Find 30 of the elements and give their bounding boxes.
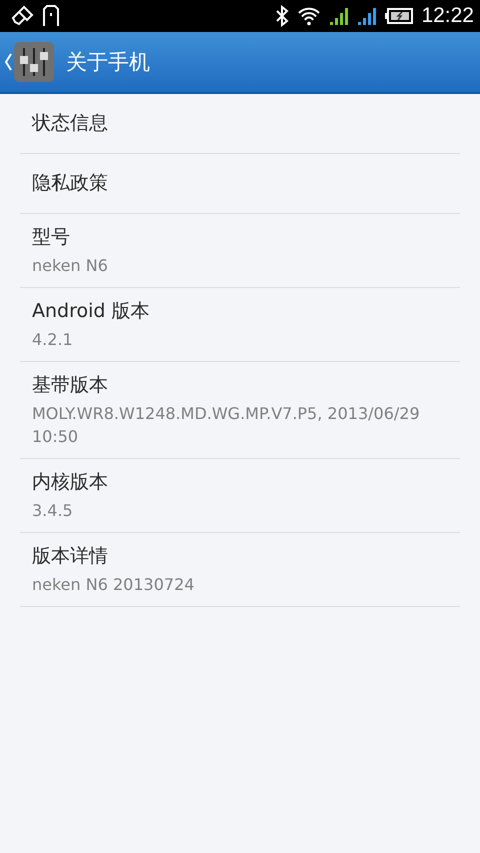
item-title: 隐私政策 — [32, 171, 109, 196]
settings-item[interactable]: 基带版本 MOLY.WR8.W1248.MD.WG.MP.V7.P5, 2013/06/29 10:50 — [20, 362, 460, 459]
settings-item[interactable]: 状态信息 — [20, 94, 460, 154]
settings-item[interactable]: 内核版本 3.4.5 — [20, 459, 460, 533]
item-summary: 3.4.5 — [32, 500, 74, 522]
sliders-icon — [14, 42, 54, 82]
signal-icon — [329, 6, 350, 26]
item-title: 状态信息 — [32, 111, 109, 136]
bluetooth-icon — [275, 5, 290, 27]
sim-icon — [42, 5, 60, 27]
settings-item[interactable]: 型号 neken N6 — [20, 214, 460, 288]
usb-icon — [10, 5, 34, 27]
wifi-icon — [297, 6, 322, 26]
settings-item[interactable]: Android 版本 4.2.1 — [20, 288, 460, 362]
status-time: 12:22 — [421, 4, 474, 28]
item-summary: neken N6 20130724 — [32, 574, 196, 596]
item-title: 基带版本 — [32, 373, 109, 398]
back-icon — [4, 52, 12, 72]
settings-item[interactable]: 隐私政策 — [20, 154, 460, 214]
item-summary: 4.2.1 — [32, 329, 74, 351]
item-summary: MOLY.WR8.W1248.MD.WG.MP.V7.P5, 2013/06/29 10:50 — [32, 403, 421, 448]
item-title: Android 版本 — [32, 299, 150, 324]
item-title: 版本详情 — [32, 544, 109, 569]
item-title: 型号 — [32, 225, 71, 250]
item-title: 内核版本 — [32, 470, 109, 495]
screen-title: 关于手机 — [66, 49, 150, 76]
settings-item[interactable]: 版本详情 neken N6 20130724 — [20, 533, 460, 607]
signal-icon — [357, 6, 378, 26]
battery-icon — [385, 7, 414, 25]
item-summary: neken N6 — [32, 255, 109, 277]
